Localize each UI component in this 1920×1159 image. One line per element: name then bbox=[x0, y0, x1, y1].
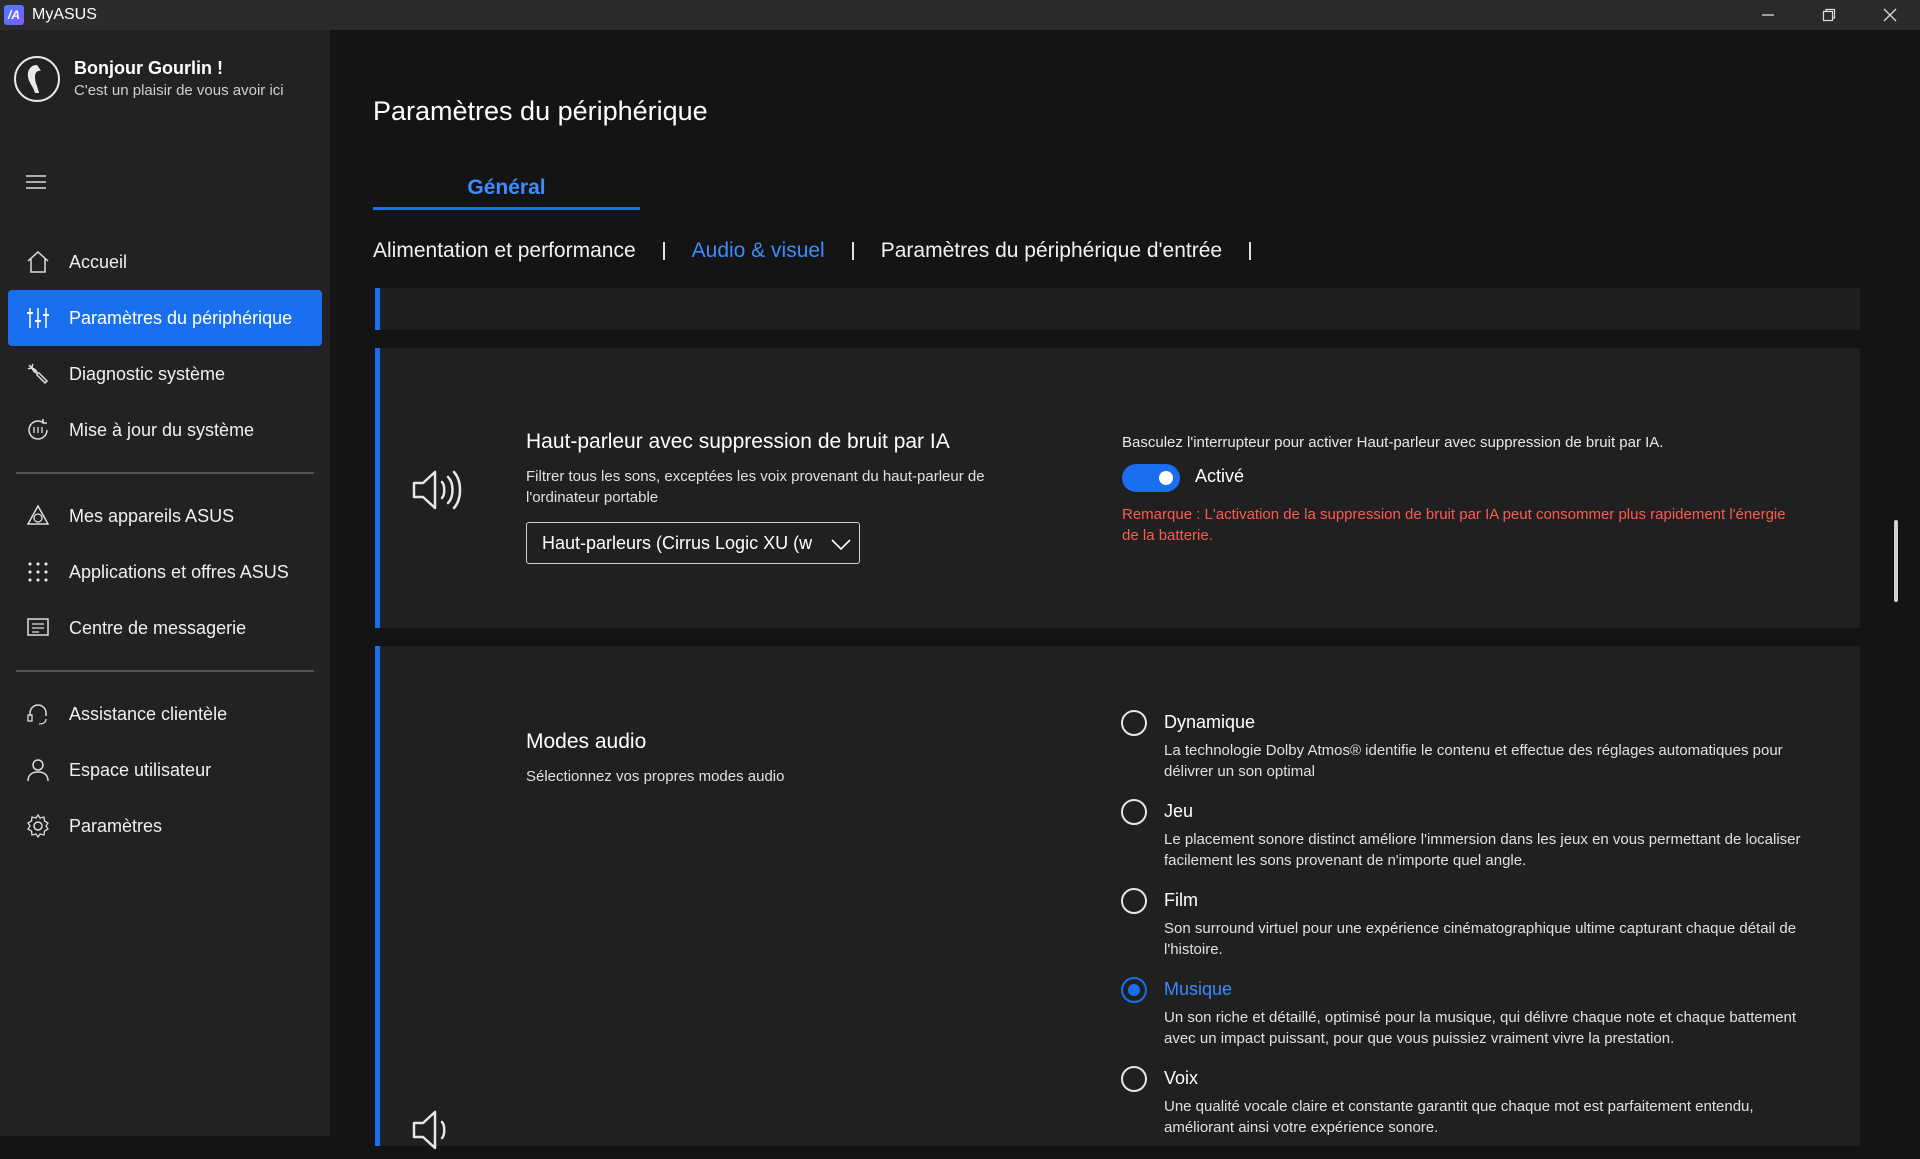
subtab-separator bbox=[1249, 242, 1252, 260]
sidebar-item-applications[interactable]: Applications et offres ASUS bbox=[8, 544, 322, 600]
avatar[interactable] bbox=[14, 56, 60, 102]
sidebar-item-label: Mes appareils ASUS bbox=[69, 505, 235, 526]
user-avatar-icon bbox=[27, 65, 41, 93]
sidebar-item-mes-appareils[interactable]: Mes appareils ASUS bbox=[8, 488, 322, 544]
minimize-button[interactable] bbox=[1737, 0, 1798, 30]
sliders-icon bbox=[24, 304, 52, 332]
speaker-select[interactable]: Haut-parleurs (Cirrus Logic XU (w bbox=[526, 522, 860, 564]
sidebar-item-diagnostic[interactable]: Diagnostic système bbox=[8, 346, 322, 402]
toggle-state-label: Activé bbox=[1195, 466, 1245, 486]
subtab-audio-visuel[interactable]: Audio & visuel bbox=[692, 239, 825, 263]
chevron-down-icon bbox=[831, 539, 851, 551]
sidebar-item-messagerie[interactable]: Centre de messagerie bbox=[8, 600, 322, 656]
sidebar-item-label: Applications et offres ASUS bbox=[69, 561, 289, 582]
radio-button[interactable] bbox=[1121, 1066, 1147, 1092]
window-controls bbox=[1737, 0, 1920, 30]
sidebar-item-label: Accueil bbox=[69, 251, 128, 272]
myasus-logo-icon: /A bbox=[4, 5, 24, 25]
sidebar-item-label: Centre de messagerie bbox=[69, 617, 247, 638]
noise-cancel-card: Haut-parleur avec suppression de bruit p… bbox=[375, 348, 1860, 628]
sidebar-item-label: Espace utilisateur bbox=[69, 759, 212, 780]
sidebar: Bonjour Gourlin ! C'est un plaisir de vo… bbox=[0, 30, 330, 1136]
sidebar-item-label: Diagnostic système bbox=[69, 363, 226, 384]
sidebar-divider bbox=[16, 670, 314, 672]
gear-icon bbox=[24, 812, 52, 840]
radio-button-selected[interactable] bbox=[1121, 977, 1147, 1003]
subtab-bar: Alimentation et performance Audio & visu… bbox=[373, 236, 1278, 266]
noise-cancel-toggle[interactable] bbox=[1122, 464, 1180, 492]
greeting-subtitle: C'est un plaisir de vous avoir ici bbox=[74, 82, 284, 99]
speaker-icon bbox=[410, 1106, 464, 1159]
speaker-select-value: Haut-parleurs (Cirrus Logic XU (w bbox=[542, 532, 813, 553]
apps-grid-icon bbox=[24, 558, 52, 586]
audio-mode-description: Un son riche et détaillé, optimisé pour … bbox=[1164, 1009, 1797, 1047]
tab-general[interactable]: Général bbox=[373, 172, 640, 210]
sidebar-item-parametres[interactable]: Paramètres bbox=[8, 798, 322, 854]
battery-warning-note: Remarque : L'activation de la suppressio… bbox=[1122, 506, 1786, 544]
audio-modes-description: Sélectionnez vos propres modes audio bbox=[526, 768, 785, 785]
sidebar-divider bbox=[16, 472, 314, 474]
restore-button[interactable] bbox=[1798, 0, 1859, 30]
audio-mode-description: Une qualité vocale claire et constante g… bbox=[1164, 1098, 1754, 1136]
minimize-icon bbox=[1761, 14, 1774, 16]
audio-mode-label: Film bbox=[1164, 890, 1198, 910]
audio-mode-label: Dynamique bbox=[1164, 712, 1256, 732]
audio-mode-description: Son surround virtuel pour une expérience… bbox=[1164, 920, 1797, 958]
sidebar-item-label: Paramètres du périphérique bbox=[69, 307, 293, 328]
restore-icon bbox=[1822, 8, 1835, 22]
sidebar-item-mise-a-jour[interactable]: Mise à jour du système bbox=[8, 402, 322, 458]
subtab-separator bbox=[662, 242, 665, 260]
audio-modes-title: Modes audio bbox=[526, 730, 647, 753]
subtab-separator bbox=[851, 242, 854, 260]
audio-modes-card: Modes audio Sélectionnez vos propres mod… bbox=[375, 646, 1860, 1150]
app-title: MyASUS bbox=[32, 6, 97, 23]
subtab-alimentation[interactable]: Alimentation et performance bbox=[373, 239, 636, 263]
wrench-icon bbox=[24, 360, 52, 388]
sidebar-item-label: Paramètres bbox=[69, 815, 163, 836]
page-title: Paramètres du périphérique bbox=[373, 96, 708, 126]
home-icon bbox=[24, 248, 52, 276]
user-greeting: Bonjour Gourlin ! C'est un plaisir de vo… bbox=[14, 56, 284, 102]
close-button[interactable] bbox=[1859, 0, 1920, 30]
close-icon bbox=[1883, 8, 1896, 22]
user-icon bbox=[24, 756, 52, 784]
audio-mode-label: Jeu bbox=[1164, 801, 1194, 821]
greeting-title: Bonjour Gourlin ! bbox=[74, 58, 223, 78]
noise-cancel-title: Haut-parleur avec suppression de bruit p… bbox=[526, 430, 950, 453]
sidebar-item-espace-utilisateur[interactable]: Espace utilisateur bbox=[8, 742, 322, 798]
menu-toggle-button[interactable] bbox=[24, 170, 48, 194]
radio-button[interactable] bbox=[1121, 888, 1147, 914]
radio-button[interactable] bbox=[1121, 799, 1147, 825]
speaker-icon bbox=[410, 466, 464, 519]
sidebar-item-parametres-peripherique[interactable]: Paramètres du périphérique bbox=[8, 290, 322, 346]
section-strip bbox=[375, 288, 1860, 330]
devices-icon bbox=[24, 502, 52, 530]
audio-mode-label: Musique bbox=[1164, 979, 1233, 999]
message-icon bbox=[24, 614, 52, 642]
toggle-instruction: Basculez l'interrupteur pour activer Hau… bbox=[1122, 434, 1664, 451]
sidebar-item-accueil[interactable]: Accueil bbox=[8, 234, 322, 290]
toggle-knob bbox=[1159, 471, 1173, 485]
audio-mode-description: Le placement sonore distinct améliore l'… bbox=[1164, 831, 1801, 869]
hamburger-icon bbox=[26, 175, 46, 189]
sidebar-item-label: Mise à jour du système bbox=[69, 419, 255, 440]
sidebar-item-label: Assistance clientèle bbox=[69, 703, 228, 724]
audio-mode-label: Voix bbox=[1164, 1068, 1199, 1088]
headset-icon bbox=[24, 700, 52, 728]
title-bar: /A MyASUS bbox=[0, 0, 1920, 30]
noise-cancel-description: Filtrer tous les sons, exceptées les voi… bbox=[526, 468, 985, 506]
scrollbar-thumb[interactable] bbox=[1894, 520, 1898, 602]
subtab-peripherique-entree[interactable]: Paramètres du périphérique d'entrée bbox=[881, 239, 1222, 263]
update-icon bbox=[24, 416, 52, 444]
sidebar-nav: Accueil Paramètres du périphérique Diagn… bbox=[8, 234, 322, 854]
audio-mode-description: La technologie Dolby Atmos® identifie le… bbox=[1164, 742, 1783, 780]
sidebar-item-assistance[interactable]: Assistance clientèle bbox=[8, 686, 322, 742]
radio-button[interactable] bbox=[1121, 710, 1147, 736]
